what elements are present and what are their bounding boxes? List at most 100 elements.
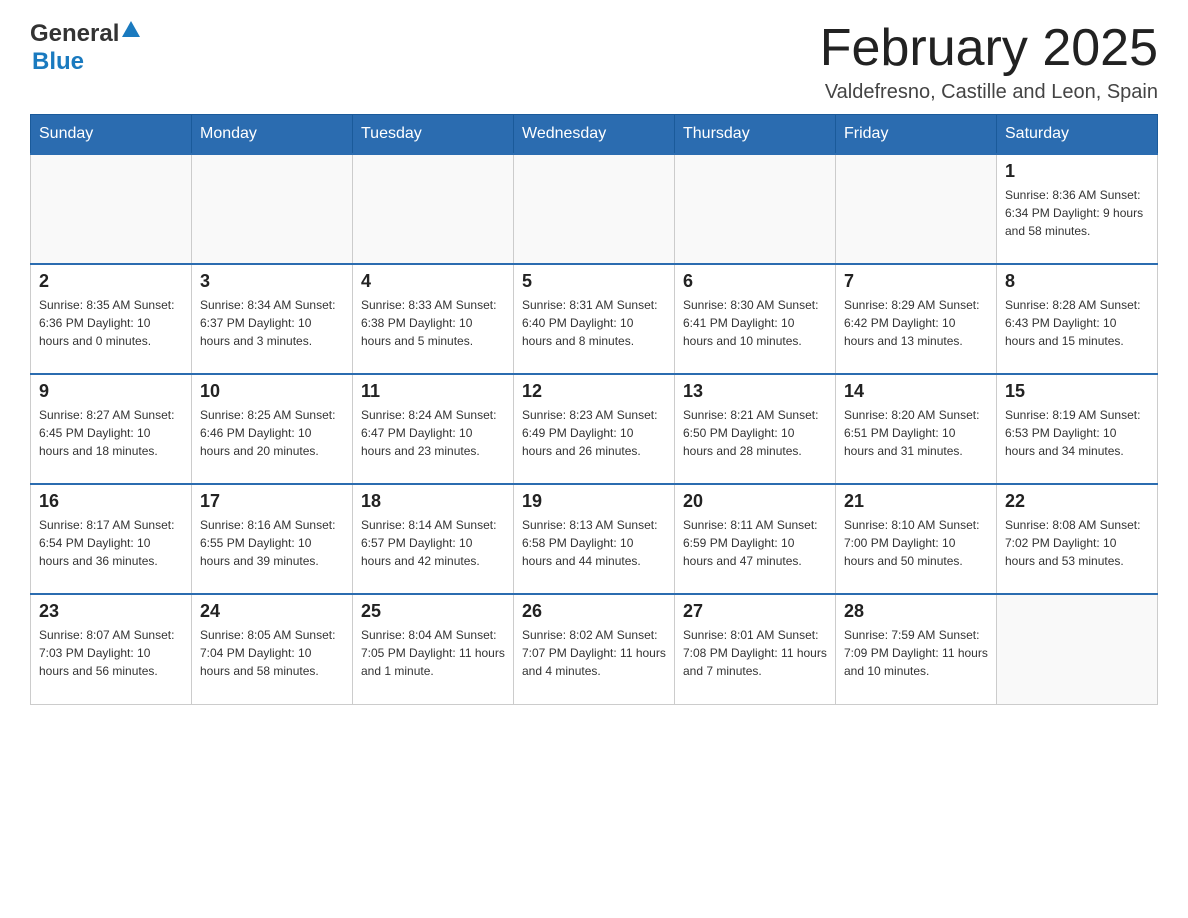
day-info: Sunrise: 8:21 AM Sunset: 6:50 PM Dayligh… xyxy=(683,406,827,460)
day-header-tuesday: Tuesday xyxy=(353,115,514,155)
calendar-cell: 11 Sunrise: 8:24 AM Sunset: 6:47 PM Dayli… xyxy=(353,374,514,484)
calendar-cell: 15 Sunrise: 8:19 AM Sunset: 6:53 PM Dayli… xyxy=(997,374,1158,484)
day-header-saturday: Saturday xyxy=(997,115,1158,155)
day-header-thursday: Thursday xyxy=(675,115,836,155)
day-info: Sunrise: 8:14 AM Sunset: 6:57 PM Dayligh… xyxy=(361,516,505,570)
day-number: 2 xyxy=(39,271,183,292)
day-number: 23 xyxy=(39,601,183,622)
day-info: Sunrise: 8:33 AM Sunset: 6:38 PM Dayligh… xyxy=(361,296,505,350)
calendar-cell: 6 Sunrise: 8:30 AM Sunset: 6:41 PM Daylig… xyxy=(675,264,836,374)
day-number: 27 xyxy=(683,601,827,622)
calendar-cell: 9Sunrise: 8:27 AM Sunset: 6:45 PM Daylig… xyxy=(31,374,192,484)
day-number: 16 xyxy=(39,491,183,512)
day-number: 4 xyxy=(361,271,505,292)
calendar-table: SundayMondayTuesdayWednesdayThursdayFrid… xyxy=(30,114,1158,705)
day-info: Sunrise: 8:25 AM Sunset: 6:46 PM Dayligh… xyxy=(200,406,344,460)
day-number: 26 xyxy=(522,601,666,622)
day-number: 11 xyxy=(361,381,505,402)
calendar-cell: 8 Sunrise: 8:28 AM Sunset: 6:43 PM Daylig… xyxy=(997,264,1158,374)
day-header-wednesday: Wednesday xyxy=(514,115,675,155)
calendar-cell xyxy=(675,154,836,264)
day-number: 15 xyxy=(1005,381,1149,402)
day-number: 25 xyxy=(361,601,505,622)
calendar-cell xyxy=(192,154,353,264)
calendar-week-row: 1 Sunrise: 8:36 AM Sunset: 6:34 PM Daylig… xyxy=(31,154,1158,264)
day-info: Sunrise: 8:20 AM Sunset: 6:51 PM Dayligh… xyxy=(844,406,988,460)
calendar-week-row: 9Sunrise: 8:27 AM Sunset: 6:45 PM Daylig… xyxy=(31,374,1158,484)
day-number: 8 xyxy=(1005,271,1149,292)
day-info: Sunrise: 8:35 AM Sunset: 6:36 PM Dayligh… xyxy=(39,296,183,350)
day-info: Sunrise: 8:24 AM Sunset: 6:47 PM Dayligh… xyxy=(361,406,505,460)
day-number: 19 xyxy=(522,491,666,512)
day-info: Sunrise: 8:36 AM Sunset: 6:34 PM Dayligh… xyxy=(1005,186,1149,240)
day-number: 18 xyxy=(361,491,505,512)
title-block: February 2025 Valdefresno, Castille and … xyxy=(820,20,1158,104)
calendar-cell: 4 Sunrise: 8:33 AM Sunset: 6:38 PM Daylig… xyxy=(353,264,514,374)
calendar-cell: 19Sunrise: 8:13 AM Sunset: 6:58 PM Dayli… xyxy=(514,484,675,594)
day-number: 14 xyxy=(844,381,988,402)
logo: General Blue xyxy=(30,20,140,76)
day-info: Sunrise: 8:10 AM Sunset: 7:00 PM Dayligh… xyxy=(844,516,988,570)
calendar-cell: 22 Sunrise: 8:08 AM Sunset: 7:02 PM Dayli… xyxy=(997,484,1158,594)
day-info: Sunrise: 8:34 AM Sunset: 6:37 PM Dayligh… xyxy=(200,296,344,350)
logo-general-text: General xyxy=(30,20,119,48)
calendar-header-row: SundayMondayTuesdayWednesdayThursdayFrid… xyxy=(31,115,1158,155)
calendar-cell: 27Sunrise: 8:01 AM Sunset: 7:08 PM Dayli… xyxy=(675,594,836,704)
calendar-cell: 24Sunrise: 8:05 AM Sunset: 7:04 PM Dayli… xyxy=(192,594,353,704)
day-info: Sunrise: 8:23 AM Sunset: 6:49 PM Dayligh… xyxy=(522,406,666,460)
day-number: 12 xyxy=(522,381,666,402)
calendar-week-row: 23 Sunrise: 8:07 AM Sunset: 7:03 PM Dayli… xyxy=(31,594,1158,704)
calendar-cell: 2 Sunrise: 8:35 AM Sunset: 6:36 PM Daylig… xyxy=(31,264,192,374)
calendar-cell xyxy=(353,154,514,264)
calendar-cell xyxy=(997,594,1158,704)
calendar-cell: 18 Sunrise: 8:14 AM Sunset: 6:57 PM Dayli… xyxy=(353,484,514,594)
page-header: General Blue February 2025 Valdefresno, … xyxy=(30,20,1158,104)
day-number: 5 xyxy=(522,271,666,292)
calendar-cell xyxy=(31,154,192,264)
calendar-cell xyxy=(836,154,997,264)
day-number: 22 xyxy=(1005,491,1149,512)
day-number: 21 xyxy=(844,491,988,512)
day-number: 20 xyxy=(683,491,827,512)
day-number: 24 xyxy=(200,601,344,622)
calendar-cell: 26Sunrise: 8:02 AM Sunset: 7:07 PM Dayli… xyxy=(514,594,675,704)
day-number: 6 xyxy=(683,271,827,292)
day-number: 10 xyxy=(200,381,344,402)
calendar-cell: 1 Sunrise: 8:36 AM Sunset: 6:34 PM Daylig… xyxy=(997,154,1158,264)
day-header-monday: Monday xyxy=(192,115,353,155)
day-info: Sunrise: 8:19 AM Sunset: 6:53 PM Dayligh… xyxy=(1005,406,1149,460)
day-number: 1 xyxy=(1005,161,1149,182)
day-info: Sunrise: 8:28 AM Sunset: 6:43 PM Dayligh… xyxy=(1005,296,1149,350)
calendar-cell: 16 Sunrise: 8:17 AM Sunset: 6:54 PM Dayli… xyxy=(31,484,192,594)
day-header-friday: Friday xyxy=(836,115,997,155)
calendar-cell: 20 Sunrise: 8:11 AM Sunset: 6:59 PM Dayli… xyxy=(675,484,836,594)
logo-triangle-icon xyxy=(122,21,140,37)
calendar-cell: 25 Sunrise: 8:04 AM Sunset: 7:05 PM Dayli… xyxy=(353,594,514,704)
calendar-cell: 14 Sunrise: 8:20 AM Sunset: 6:51 PM Dayli… xyxy=(836,374,997,484)
logo-blue-text: Blue xyxy=(32,48,84,76)
calendar-cell: 12 Sunrise: 8:23 AM Sunset: 6:49 PM Dayli… xyxy=(514,374,675,484)
day-number: 3 xyxy=(200,271,344,292)
day-info: Sunrise: 8:29 AM Sunset: 6:42 PM Dayligh… xyxy=(844,296,988,350)
day-info: Sunrise: 8:08 AM Sunset: 7:02 PM Dayligh… xyxy=(1005,516,1149,570)
calendar-cell: 28 Sunrise: 7:59 AM Sunset: 7:09 PM Dayli… xyxy=(836,594,997,704)
day-info: Sunrise: 7:59 AM Sunset: 7:09 PM Dayligh… xyxy=(844,626,988,680)
calendar-cell xyxy=(514,154,675,264)
day-info: Sunrise: 8:07 AM Sunset: 7:03 PM Dayligh… xyxy=(39,626,183,680)
calendar-cell: 21 Sunrise: 8:10 AM Sunset: 7:00 PM Dayli… xyxy=(836,484,997,594)
day-number: 28 xyxy=(844,601,988,622)
calendar-cell: 13 Sunrise: 8:21 AM Sunset: 6:50 PM Dayli… xyxy=(675,374,836,484)
day-info: Sunrise: 8:11 AM Sunset: 6:59 PM Dayligh… xyxy=(683,516,827,570)
day-number: 13 xyxy=(683,381,827,402)
calendar-cell: 5Sunrise: 8:31 AM Sunset: 6:40 PM Daylig… xyxy=(514,264,675,374)
day-info: Sunrise: 8:17 AM Sunset: 6:54 PM Dayligh… xyxy=(39,516,183,570)
calendar-cell: 10 Sunrise: 8:25 AM Sunset: 6:46 PM Dayli… xyxy=(192,374,353,484)
day-number: 7 xyxy=(844,271,988,292)
calendar-cell: 17Sunrise: 8:16 AM Sunset: 6:55 PM Dayli… xyxy=(192,484,353,594)
calendar-week-row: 2 Sunrise: 8:35 AM Sunset: 6:36 PM Daylig… xyxy=(31,264,1158,374)
calendar-week-row: 16 Sunrise: 8:17 AM Sunset: 6:54 PM Dayli… xyxy=(31,484,1158,594)
day-info: Sunrise: 8:30 AM Sunset: 6:41 PM Dayligh… xyxy=(683,296,827,350)
day-info: Sunrise: 8:04 AM Sunset: 7:05 PM Dayligh… xyxy=(361,626,505,680)
day-header-sunday: Sunday xyxy=(31,115,192,155)
calendar-cell: 3 Sunrise: 8:34 AM Sunset: 6:37 PM Daylig… xyxy=(192,264,353,374)
